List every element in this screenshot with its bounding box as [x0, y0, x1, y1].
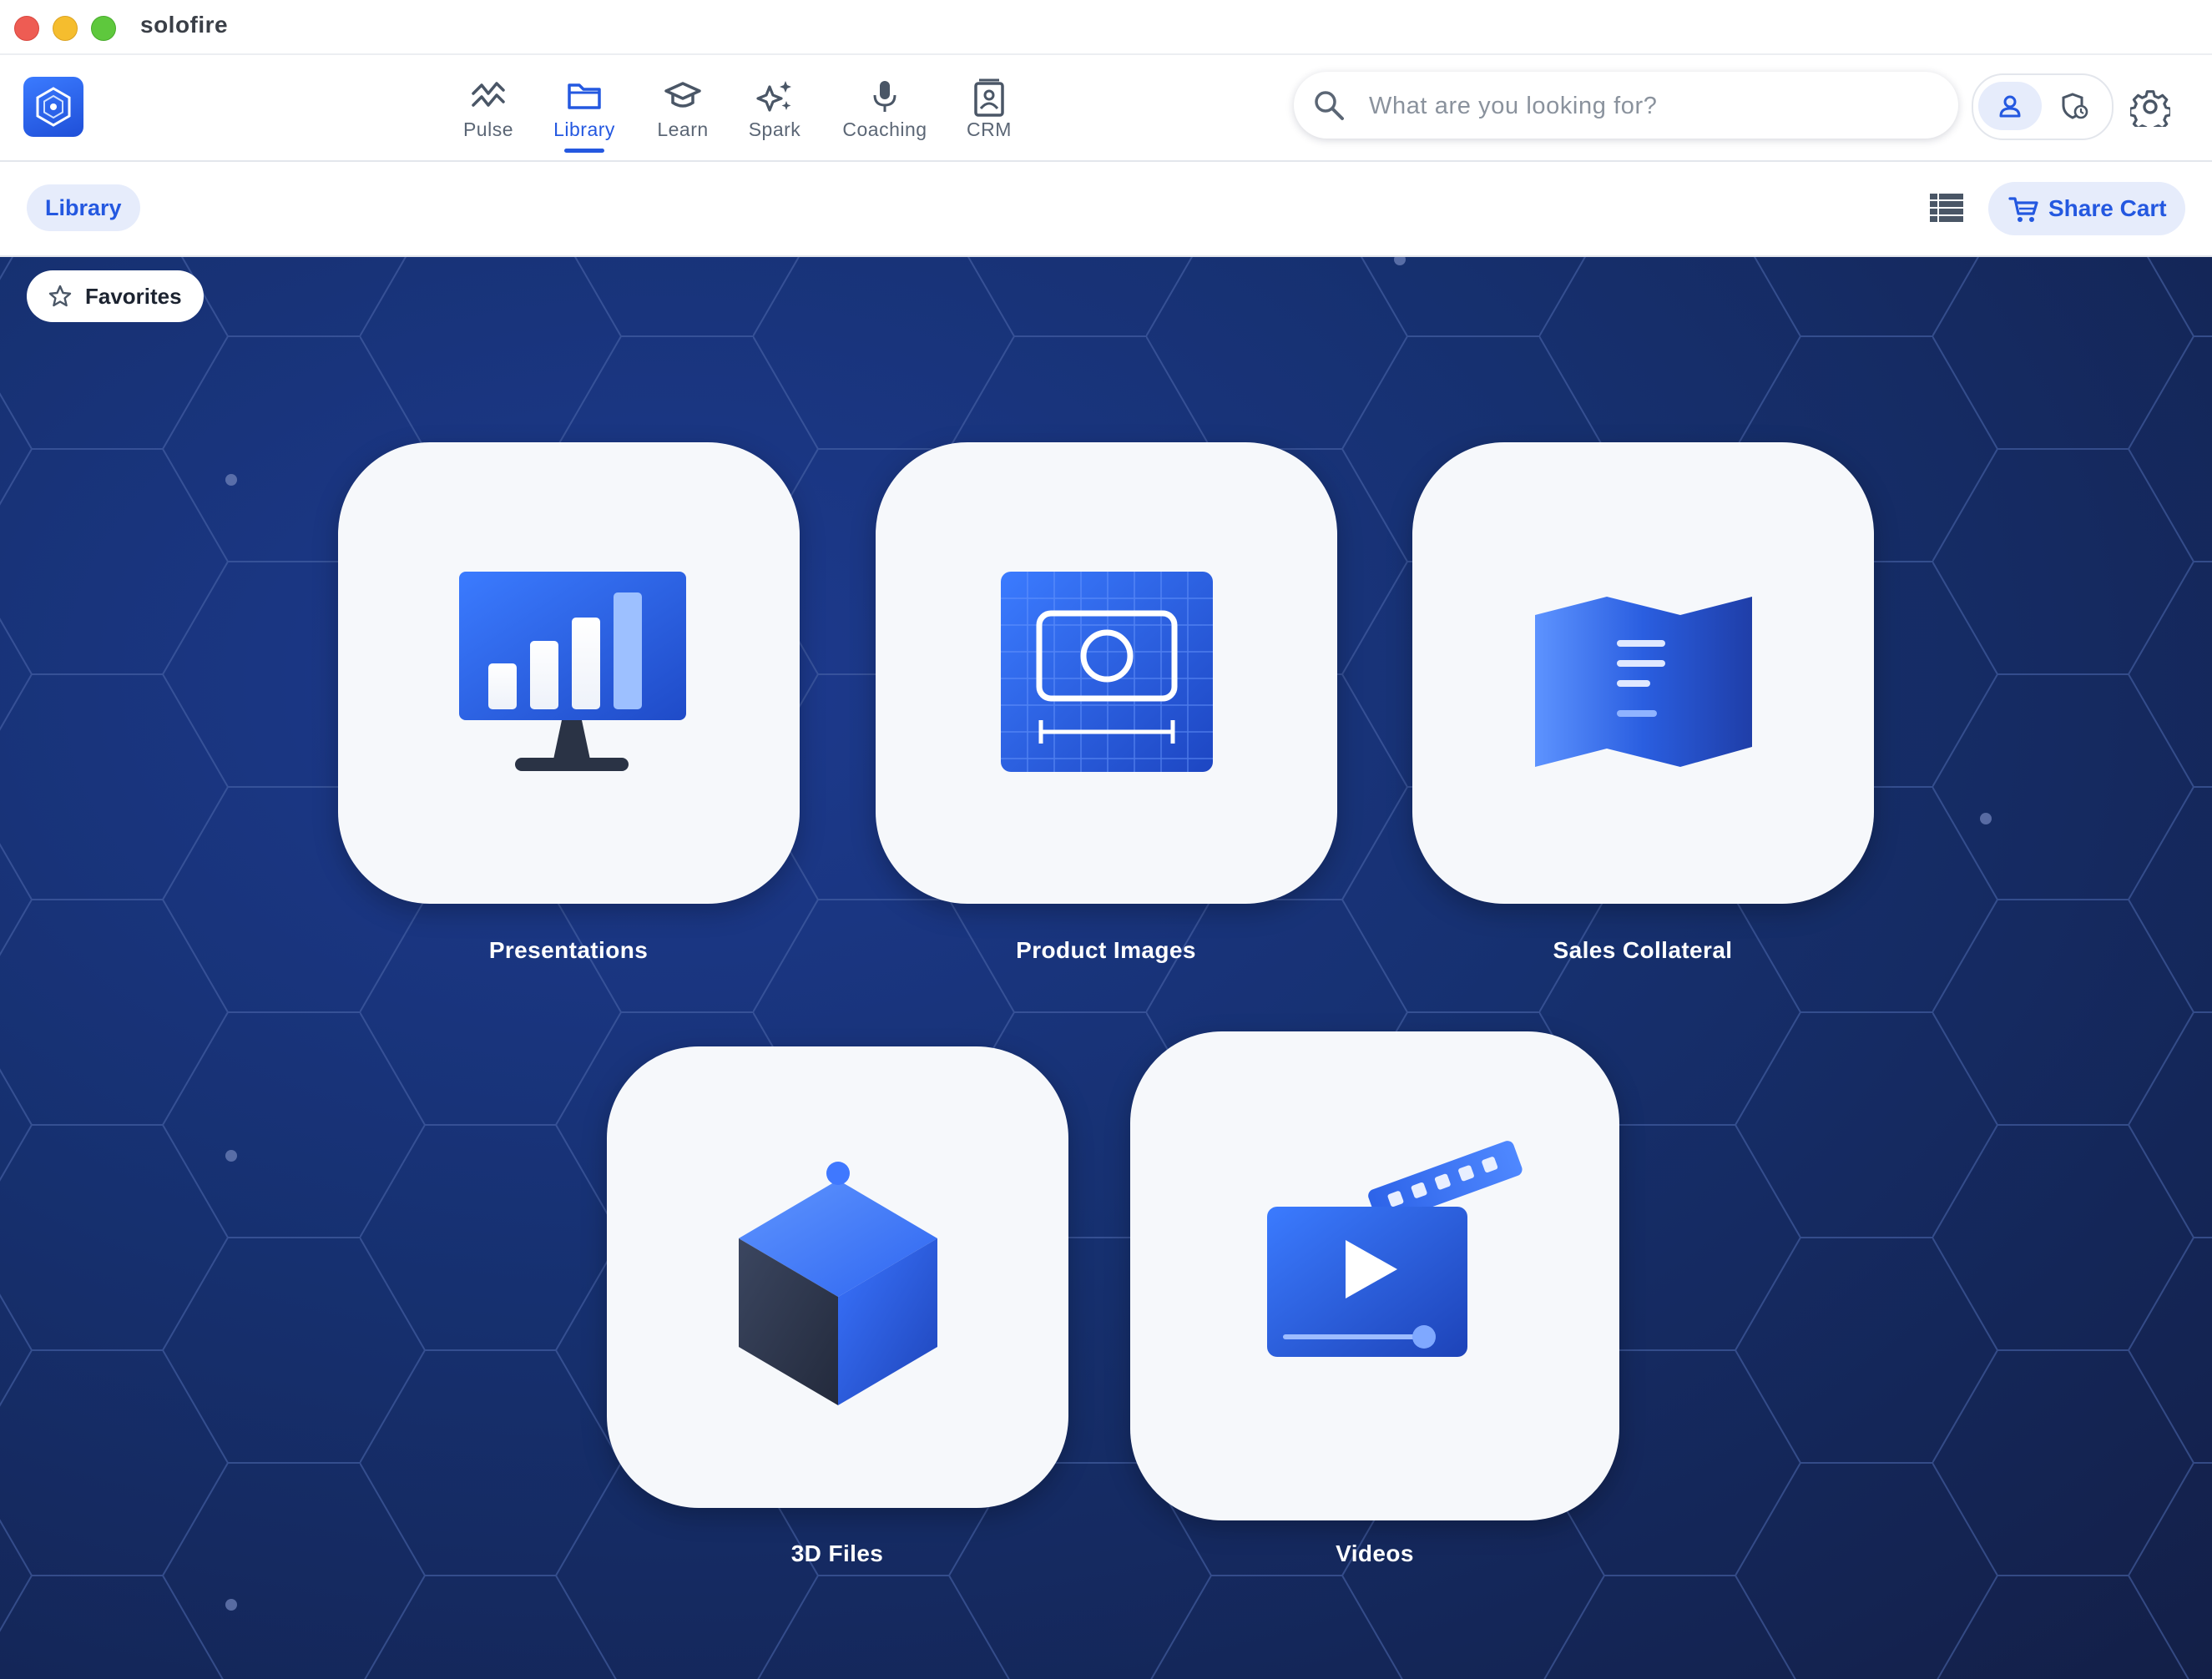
background-dot [225, 1150, 237, 1162]
share-cart-label: Share Cart [2048, 195, 2167, 221]
nav-item-label: Library [553, 118, 615, 140]
tile-label-3d-files: 3D Files [790, 1540, 884, 1566]
tile-label-product-images: Product Images [1016, 937, 1196, 963]
window-maximize-button[interactable] [91, 16, 116, 41]
presentation-monitor-icon [459, 572, 686, 771]
shield-clock-icon [2062, 93, 2088, 119]
background-dot [225, 1599, 237, 1611]
share-cart-button[interactable]: Share Cart [1988, 182, 2185, 235]
search-bar[interactable] [1294, 72, 1958, 139]
product-image-icon [1001, 572, 1213, 772]
nav-item-library[interactable]: Library [547, 67, 622, 153]
tile-label-presentations: Presentations [488, 937, 649, 963]
sparkles-icon [756, 81, 791, 112]
view-mode-toggle [1972, 73, 2114, 140]
background-dot [225, 474, 237, 486]
pulse-icon [472, 82, 505, 107]
app-logo[interactable] [23, 77, 83, 137]
user-icon [1999, 95, 2021, 118]
nav-item-label: CRM [967, 118, 1012, 140]
search-icon [1315, 91, 1344, 120]
tile-label-videos: Videos [1336, 1540, 1414, 1566]
nav-item-label: Spark [748, 118, 801, 140]
tile-3d-files[interactable] [607, 1046, 1068, 1508]
cube-icon [739, 1162, 937, 1405]
background-dot [1980, 813, 1992, 824]
tile-presentations[interactable] [338, 442, 800, 904]
video-clapper-icon [1267, 1141, 1523, 1357]
active-tab-indicator [564, 149, 604, 153]
brochure-icon [1535, 597, 1752, 767]
library-content-area: Favorites Presentations Product Images S… [0, 257, 2212, 1679]
nav-item-label: Coaching [842, 118, 927, 140]
nav-item-pulse[interactable]: Pulse [455, 67, 522, 150]
cart-icon [2008, 197, 2038, 222]
nav-item-coaching[interactable]: Coaching [835, 67, 935, 150]
favorites-button[interactable]: Favorites [27, 270, 204, 322]
nav-item-label: Learn [657, 118, 709, 140]
tile-sales-collateral[interactable] [1412, 442, 1874, 904]
library-toolbar: Library Share Cart [0, 162, 2212, 257]
microphone-icon [873, 81, 896, 112]
nav-item-crm[interactable]: CRM [956, 67, 1023, 150]
tile-videos[interactable] [1130, 1031, 1619, 1520]
settings-button[interactable] [2129, 87, 2172, 134]
list-view-icon [1930, 194, 1963, 222]
nav-item-spark[interactable]: Spark [741, 67, 808, 150]
graduation-cap-icon [664, 82, 701, 108]
list-view-button[interactable] [1930, 194, 1963, 222]
breadcrumb-library[interactable]: Library [27, 184, 140, 231]
shared-view-button[interactable] [2043, 82, 2107, 130]
contact-book-icon [974, 78, 1004, 117]
window-close-button[interactable] [14, 16, 39, 41]
hexagon-logo-icon [36, 87, 71, 127]
tile-label-sales-collateral: Sales Collateral [1553, 937, 1733, 963]
star-icon [48, 285, 72, 307]
folder-icon [568, 83, 601, 109]
nav-item-label: Pulse [462, 118, 514, 140]
window-minimize-button[interactable] [53, 16, 78, 41]
tile-product-images[interactable] [876, 442, 1337, 904]
window-title: solofire [140, 12, 229, 38]
top-navigation-bar: Pulse Library Learn Spark Coaching CRM W… [0, 55, 2212, 162]
personal-view-button[interactable] [1978, 82, 2042, 130]
favorites-label: Favorites [85, 284, 182, 309]
nav-item-learn[interactable]: Learn [649, 67, 716, 150]
window-titlebar: solofire [0, 0, 2212, 55]
gear-icon [2129, 90, 2172, 134]
search-input[interactable] [1367, 83, 1938, 129]
